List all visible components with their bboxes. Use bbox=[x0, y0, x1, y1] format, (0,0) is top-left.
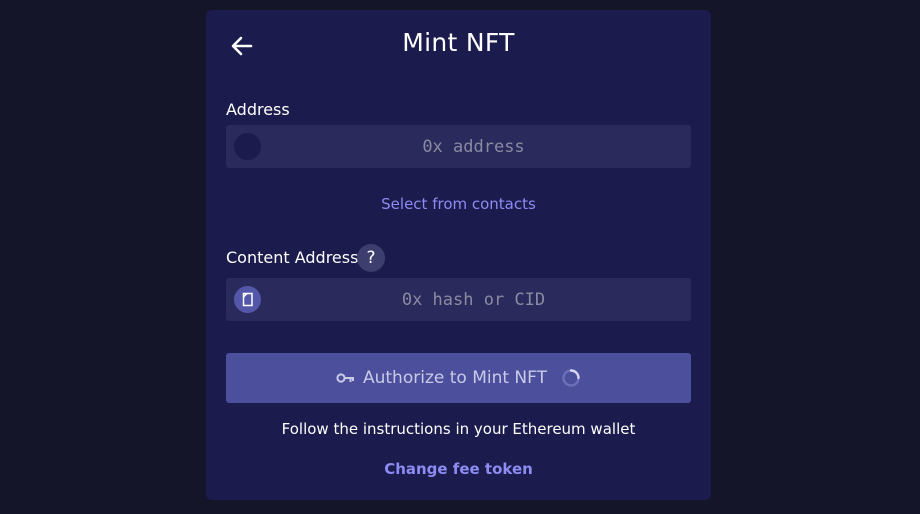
content-address-input[interactable] bbox=[266, 278, 681, 321]
address-input[interactable] bbox=[266, 125, 681, 168]
select-from-contacts-link[interactable]: Select from contacts bbox=[206, 195, 711, 213]
wallet-instructions: Follow the instructions in your Ethereum… bbox=[281, 420, 636, 438]
loading-spinner-icon bbox=[561, 368, 581, 388]
paste-icon[interactable] bbox=[234, 286, 261, 313]
page-title: Mint NFT bbox=[402, 28, 515, 57]
address-field bbox=[226, 125, 691, 168]
change-fee-token-link[interactable]: Change fee token bbox=[206, 460, 711, 478]
content-address-label: Content Address bbox=[226, 248, 359, 267]
address-avatar bbox=[234, 133, 261, 160]
address-label: Address bbox=[226, 100, 290, 119]
key-icon bbox=[336, 372, 355, 384]
mint-nft-card: Mint NFT Address Select from contacts Co… bbox=[206, 10, 711, 500]
help-icon[interactable]: ? bbox=[357, 244, 385, 272]
content-address-field bbox=[226, 278, 691, 321]
authorize-button-label: Authorize to Mint NFT bbox=[362, 368, 548, 388]
authorize-mint-button[interactable]: Authorize to Mint NFT bbox=[226, 353, 691, 403]
